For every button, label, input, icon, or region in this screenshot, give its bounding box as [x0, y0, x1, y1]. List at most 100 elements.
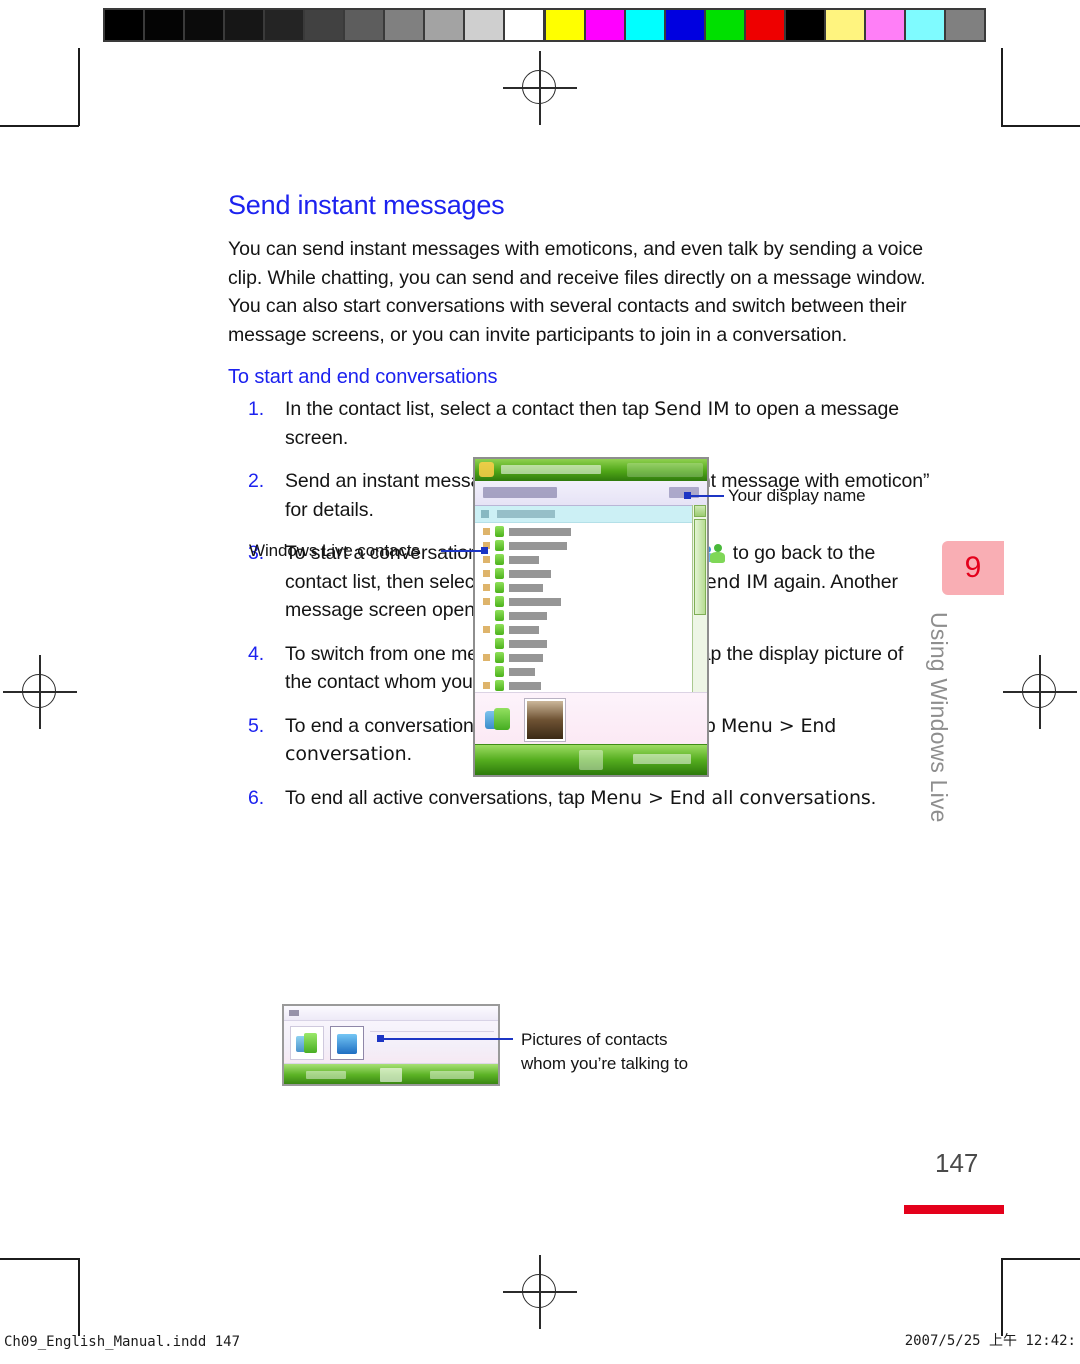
contact-name [509, 654, 543, 662]
calibration-swatch-2 [626, 10, 666, 40]
calibration-swatch-8 [425, 10, 465, 40]
calibration-swatch-6 [345, 10, 385, 40]
calibration-swatch-3 [225, 10, 265, 40]
contact-name [509, 598, 561, 606]
ui-command-text: Send IM [654, 398, 730, 420]
footer-slug-left: Ch09_English_Manual.indd 147 [4, 1334, 241, 1350]
calibration-swatch-0 [546, 10, 586, 40]
crop-mark-bottom-right-vertical [1001, 1258, 1003, 1336]
intro-paragraph: You can send instant messages with emoti… [228, 238, 926, 346]
calibration-swatch-7 [385, 10, 425, 40]
display-name-bar [475, 481, 707, 506]
contact-avatar [495, 596, 504, 607]
calibration-swatch-2 [185, 10, 225, 40]
presence-icon [483, 626, 490, 633]
contact-list-item[interactable] [475, 567, 707, 580]
switcher-left-soft-key[interactable] [306, 1071, 346, 1079]
color-calibration-bar [544, 8, 986, 42]
contact-picture-tile-1[interactable] [290, 1026, 324, 1060]
input-panel-icon[interactable] [579, 750, 603, 770]
step-text: . [406, 743, 412, 765]
callout-leader-display-name [688, 495, 724, 497]
contact-list-item[interactable] [475, 525, 707, 538]
calibration-swatch-9 [465, 10, 505, 40]
contact-name [509, 640, 547, 648]
crop-mark-top-left-horizontal [0, 125, 79, 127]
grayscale-calibration-bar [103, 8, 545, 42]
contact-name [509, 570, 551, 578]
contact-list[interactable] [475, 523, 707, 695]
calibration-swatch-10 [946, 10, 984, 40]
step-number: 1. [248, 398, 265, 420]
contact-list-item[interactable] [475, 595, 707, 608]
step-number: 6. [248, 786, 265, 809]
contact-name [509, 626, 539, 634]
contact-avatar [495, 554, 504, 565]
menu-soft-key[interactable] [633, 754, 691, 764]
presence-icon [483, 682, 490, 689]
callout-leader-contacts [441, 550, 483, 552]
calibration-swatch-4 [265, 10, 305, 40]
contact-list-scrollbar[interactable] [692, 505, 707, 715]
step-text: . [870, 786, 877, 809]
contact-name [509, 528, 571, 536]
scroll-up-arrow-icon[interactable] [694, 505, 706, 517]
presence-icon [483, 584, 490, 591]
contact-list-item[interactable] [475, 665, 707, 678]
footer-slug-right: 2007/5/25 上午 12:42: [904, 1333, 1076, 1349]
contact-avatar [495, 638, 504, 649]
contact-list-item[interactable] [475, 637, 707, 650]
contact-name [509, 584, 543, 592]
crop-mark-top-right-horizontal [1001, 125, 1080, 127]
screenshot-contact-list [473, 457, 709, 777]
calibration-swatch-1 [145, 10, 185, 40]
device-soft-key-bar [475, 744, 707, 775]
calibration-swatch-10 [505, 10, 543, 40]
calibration-swatch-5 [746, 10, 786, 40]
switcher-right-soft-key[interactable] [430, 1071, 474, 1079]
contacts-group-header [475, 506, 707, 523]
contact-avatar [495, 680, 504, 691]
step-item-1: 1. In the contact list, select a contact … [228, 395, 934, 452]
display-name-text [483, 487, 557, 498]
crop-mark-top-right-vertical [1001, 48, 1003, 126]
contacts-icon[interactable] [485, 707, 511, 733]
calibration-swatch-9 [906, 10, 946, 40]
device-status-icons [627, 463, 703, 477]
step-number: 2. [248, 470, 265, 492]
switcher-input-panel-icon[interactable] [380, 1068, 402, 1082]
presence-icon [483, 570, 490, 577]
windows-live-logo-icon [479, 462, 494, 477]
switcher-top-bar [284, 1006, 498, 1021]
scrollbar-thumb[interactable] [694, 519, 706, 615]
device-title-bar [475, 459, 707, 481]
callout-label-display-name: Your display name [728, 486, 866, 505]
calibration-swatch-4 [706, 10, 746, 40]
contact-list-item[interactable] [475, 651, 707, 664]
calibration-swatch-8 [866, 10, 906, 40]
expand-icon [481, 510, 489, 518]
contact-name [509, 612, 547, 620]
callout-label-pictures-line1: Pictures of contacts [521, 1030, 668, 1049]
contact-display-picture[interactable] [525, 699, 565, 741]
contact-list-item[interactable] [475, 581, 707, 594]
contact-list-item[interactable] [475, 623, 707, 636]
step-number: 5. [248, 714, 265, 737]
crop-mark-bottom-left-vertical [78, 1258, 80, 1336]
calibration-swatch-1 [586, 10, 626, 40]
subsection-title: To start and end conversations [228, 366, 498, 388]
page-title: Send instant messages [228, 190, 505, 220]
page-number-rule [904, 1205, 1004, 1214]
contact-name [509, 542, 567, 550]
screenshot-conversation-switcher [282, 1004, 500, 1086]
registration-mark-left-middle [3, 655, 77, 729]
contact-list-item[interactable] [475, 609, 707, 622]
contact-list-item[interactable] [475, 539, 707, 552]
device-title-text [501, 465, 601, 474]
contact-list-item[interactable] [475, 679, 707, 692]
calibration-swatch-7 [826, 10, 866, 40]
contact-picture-tile-2[interactable] [330, 1026, 364, 1060]
contact-list-item[interactable] [475, 553, 707, 566]
callout-label-pictures-line2: whom you’re talking to [521, 1054, 688, 1073]
step-item-6: 6. To end all active conversations, tap M… [228, 784, 934, 813]
